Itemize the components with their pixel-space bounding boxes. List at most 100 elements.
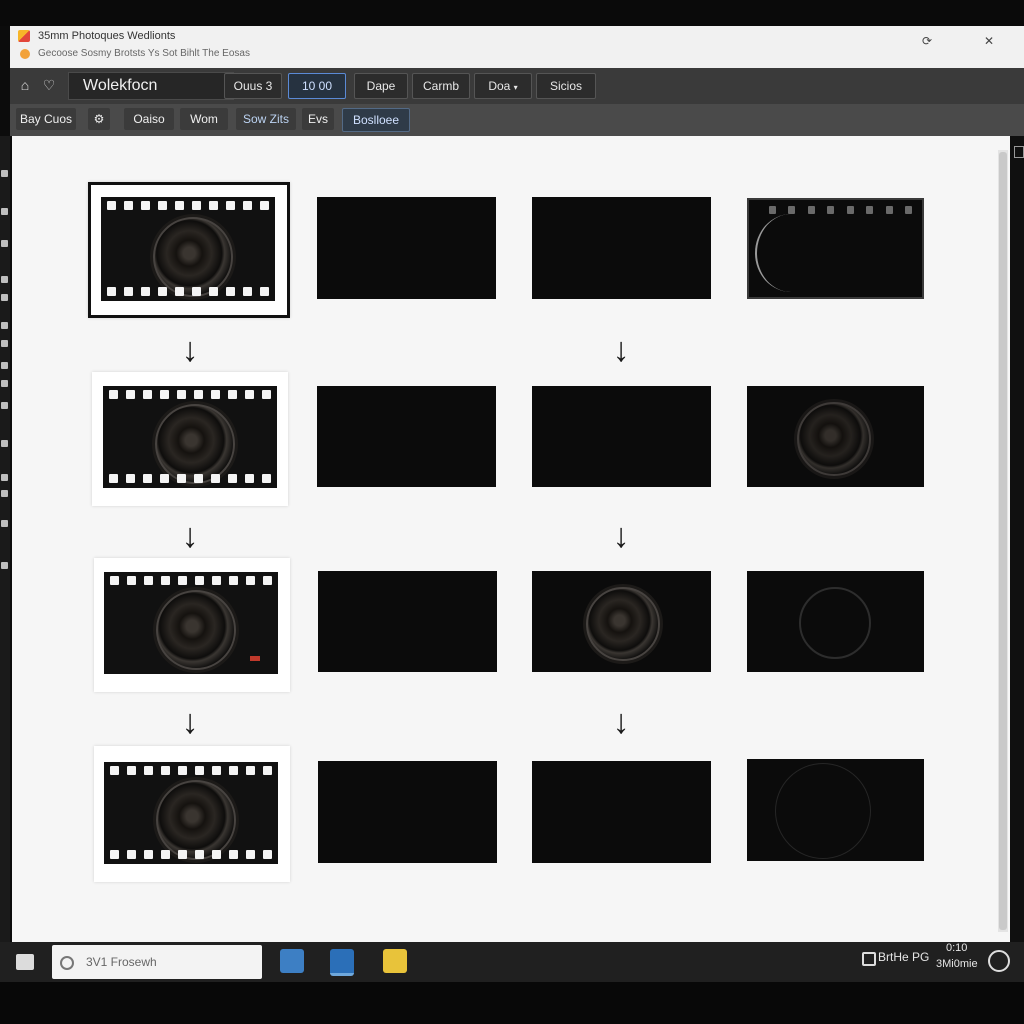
window-title: 35mm Photoques Wedlionts xyxy=(38,30,176,42)
lens-image-frame[interactable] xyxy=(747,386,924,487)
arrow-down-icon: ↓ xyxy=(181,331,199,369)
tool-icon[interactable] xyxy=(1,208,8,215)
lens-image-frame[interactable] xyxy=(747,759,924,861)
document-icon xyxy=(20,49,30,59)
right-edge-strip xyxy=(1010,136,1024,942)
arrow-down-icon: ↓ xyxy=(612,703,630,741)
sprocket-row xyxy=(109,474,271,484)
close-icon[interactable]: ✕ xyxy=(976,32,1002,50)
image-frame[interactable] xyxy=(532,386,711,487)
start-icon[interactable] xyxy=(16,954,34,970)
film-frame xyxy=(103,386,277,488)
tool-icon[interactable] xyxy=(1,340,8,347)
lens-image-frame[interactable] xyxy=(532,571,711,672)
shield-icon[interactable]: ♡ xyxy=(40,76,58,94)
tool-icon[interactable] xyxy=(1,362,8,369)
tray-label: BrtHe PG xyxy=(878,950,930,964)
film-card[interactable] xyxy=(94,558,290,692)
image-frame[interactable] xyxy=(317,197,496,299)
film-card[interactable] xyxy=(92,372,288,506)
search-input[interactable]: 3V1 Frosewh xyxy=(52,945,262,979)
title-bar: 35mm Photoques Wedlionts Gecoose Sosmy B… xyxy=(10,26,1024,68)
notes-app-icon[interactable] xyxy=(383,949,407,973)
window-subtitle: Gecoose Sosmy Brotsts Ys Sot Bihlt The E… xyxy=(38,48,250,59)
tool-icon[interactable] xyxy=(1,474,8,481)
toolbar-item-5[interactable]: Evs xyxy=(302,108,334,130)
menu-item-5-dropdown[interactable]: Doa ▾ xyxy=(474,73,532,99)
clock-time[interactable]: 0:10 xyxy=(946,942,967,954)
taskbar: 3V1 Frosewh BrtHe PG 0:10 3Mi0mie xyxy=(0,942,1024,982)
monitor-bezel-top xyxy=(0,0,1024,26)
chevron-down-icon: ▾ xyxy=(513,83,518,92)
menu-item-4[interactable]: Carmb xyxy=(412,73,470,99)
film-frame xyxy=(104,572,278,674)
sprocket-row xyxy=(110,576,272,586)
toolbar-item-1[interactable]: Bay Cuos xyxy=(16,108,76,130)
camera-lens xyxy=(586,587,660,661)
photo-app-icon[interactable] xyxy=(330,949,354,976)
sprocket-row xyxy=(107,201,269,211)
monitor-bezel-bottom xyxy=(0,982,1024,1024)
menu-item-3[interactable]: Dape xyxy=(354,73,408,99)
menu-item-1[interactable]: Ouus 3 xyxy=(224,73,282,99)
menu-item-2[interactable]: 10 00 xyxy=(288,73,346,99)
clock-date[interactable]: 3Mi0mie xyxy=(936,958,978,970)
tool-icon[interactable] xyxy=(1,490,8,497)
toolbar-item-3[interactable]: Wom xyxy=(180,108,228,130)
toolbar-item-2[interactable]: Oaiso xyxy=(124,108,174,130)
left-tool-rail xyxy=(0,136,10,942)
tool-icon[interactable] xyxy=(1,402,8,409)
file-explorer-icon[interactable] xyxy=(280,949,304,973)
toolbar-item-6[interactable]: Boslloee xyxy=(342,108,410,132)
scrollbar-thumb[interactable] xyxy=(999,152,1007,930)
tool-icon[interactable] xyxy=(1,240,8,247)
notification-icon[interactable] xyxy=(988,950,1010,972)
sprocket-row xyxy=(110,766,272,776)
camera-lens xyxy=(156,780,236,860)
toolbar: Bay Cuos ⚙ Oaiso Wom Sow Zits Evs Bosllo… xyxy=(10,104,1024,136)
image-frame[interactable] xyxy=(532,761,711,863)
sprocket-row xyxy=(109,390,271,400)
lens-outline xyxy=(799,587,871,659)
arrow-down-icon: ↓ xyxy=(612,331,630,369)
film-strip-frame[interactable] xyxy=(747,198,924,299)
tool-icon[interactable] xyxy=(1,520,8,527)
tool-icon[interactable] xyxy=(1,294,8,301)
menu-item-6[interactable]: Sicios xyxy=(536,73,596,99)
camera-lens xyxy=(797,402,871,476)
home-icon[interactable]: ⌂ xyxy=(16,76,34,94)
red-marker xyxy=(250,656,260,661)
arrow-down-icon: ↓ xyxy=(181,703,199,741)
arrow-down-icon: ↓ xyxy=(181,517,199,555)
tool-icon[interactable] xyxy=(1,562,8,569)
camera-lens xyxy=(155,404,235,484)
film-frame xyxy=(104,762,278,864)
film-card[interactable] xyxy=(94,746,290,882)
film-card-selected[interactable] xyxy=(88,182,290,318)
tool-icon[interactable] xyxy=(1,170,8,177)
restore-icon[interactable]: ⟳ xyxy=(914,32,940,50)
settings-icon[interactable]: ⚙ xyxy=(88,108,110,130)
arrow-down-icon: ↓ xyxy=(612,517,630,555)
menu-bar: ⌂ ♡ Wolekfocn Ouus 3 10 00 Dape Carmb Do… xyxy=(10,68,1024,104)
tool-icon[interactable] xyxy=(1,322,8,329)
toolbar-item-4[interactable]: Sow Zits xyxy=(236,108,296,130)
lens-outline xyxy=(775,763,871,859)
sprocket-row xyxy=(107,287,269,297)
tool-icon[interactable] xyxy=(1,440,8,447)
image-frame[interactable] xyxy=(317,386,496,487)
sprocket-row xyxy=(110,850,272,860)
search-icon xyxy=(60,956,74,970)
image-frame[interactable] xyxy=(532,197,711,299)
image-frame[interactable] xyxy=(318,571,497,672)
tool-icon[interactable] xyxy=(1,276,8,283)
tool-icon[interactable] xyxy=(1,380,8,387)
camera-lens xyxy=(156,590,236,670)
panel-toggle-icon[interactable] xyxy=(1014,146,1024,158)
film-frame xyxy=(101,197,275,301)
network-icon[interactable] xyxy=(862,952,876,966)
app-name[interactable]: Wolekfocn xyxy=(68,72,234,100)
image-frame[interactable] xyxy=(318,761,497,863)
camera-lens xyxy=(153,217,233,297)
lens-image-frame[interactable] xyxy=(747,571,924,672)
